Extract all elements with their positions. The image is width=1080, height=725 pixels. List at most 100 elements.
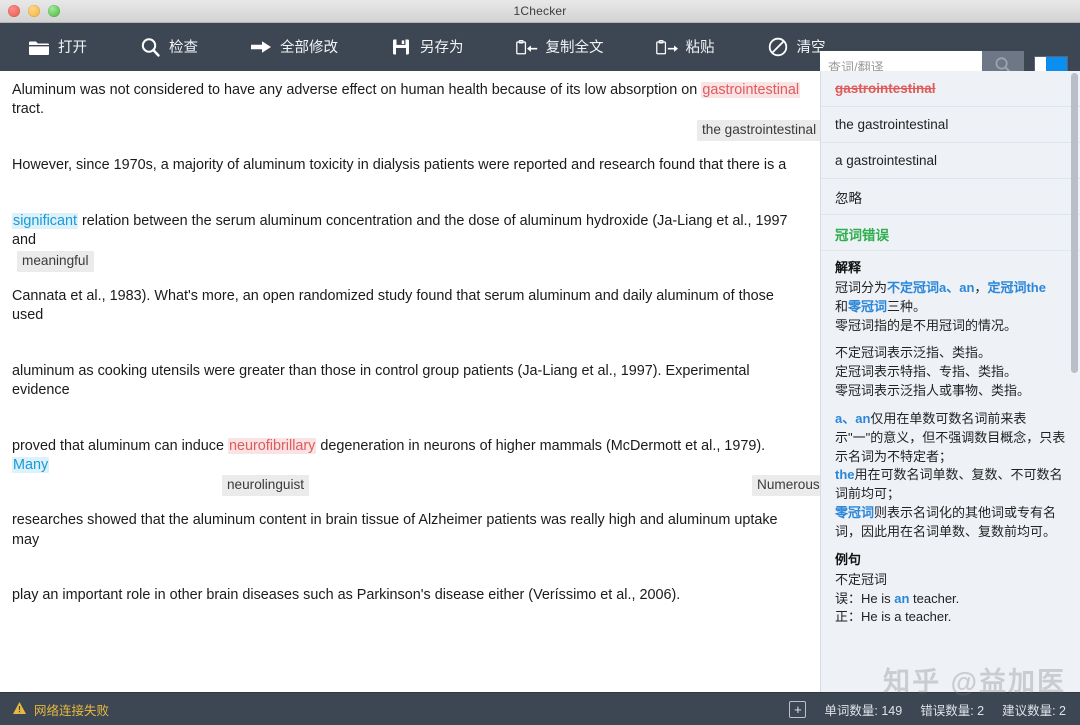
paragraph[interactable]: significant relation between the serum a… [12, 212, 804, 277]
paragraph-line: Cannata et al., 1983). What's more, an o… [12, 287, 778, 324]
expl-keyword: a、an [835, 410, 871, 426]
network-status-text: 网络连接失败 [34, 703, 110, 718]
paragraph[interactable]: Cannata et al., 1983). What's more, an o… [12, 287, 804, 352]
inline-suggestion[interactable]: the gastrointestinal [697, 119, 820, 141]
status-bar: 网络连接失败 + 单词数量: 149 错误数量: 2 建议数量: 2 [0, 692, 1080, 725]
fix-all-button-label: 全部修改 [280, 39, 338, 56]
inline-suggestion[interactable]: meaningful [17, 250, 94, 272]
error-token[interactable]: gastrointestinal [701, 82, 801, 98]
error-category: 冠词错误 [821, 215, 1080, 251]
explanation-block-1: 冠词分为不定冠词a、an，定冠词the 和零冠词三种。 零冠词指的是不用冠词的情况。 [835, 279, 1066, 336]
expl-text: ， [974, 279, 988, 295]
copy-all-button[interactable]: 复制全文 [510, 33, 610, 61]
expl-text: 冠词分为 [835, 279, 888, 295]
suggestion-line: meaningful [12, 250, 804, 277]
expl-text: 不定冠词表示泛指、类指。 [835, 345, 992, 361]
expl-keyword: 零冠词 [835, 505, 875, 521]
open-button-label: 打开 [58, 39, 87, 56]
panel-scrollbar[interactable] [1071, 73, 1078, 373]
text-segment: relation between the serum aluminum conc… [12, 212, 792, 249]
editor-pane[interactable]: Aluminum was not considered to have any … [0, 71, 821, 692]
close-button[interactable] [8, 5, 20, 17]
example-wrong-prefix: 误：He is [835, 590, 895, 606]
expl-keyword: 定冠词the [987, 279, 1046, 295]
toolbar: 打开 检查 全部修改 另存为 复制全文 粘贴 清空 查词/翻译 [0, 23, 1080, 83]
suggestion-panel: gastrointestinal the gastrointestinal a … [821, 71, 1080, 692]
paragraph[interactable]: play an important role in other brain di… [12, 586, 804, 606]
example-subheading: 不定冠词 [835, 571, 888, 587]
save-as-button[interactable]: 另存为 [384, 33, 470, 61]
magnifier-icon [139, 37, 161, 57]
expl-text: 定冠词表示特指、专指、类指。 [835, 364, 1018, 380]
title-bar: 1Checker [0, 0, 1080, 23]
paragraph[interactable]: proved that aluminum can induce neurofib… [12, 437, 820, 502]
error-token[interactable]: neurofibrillary [228, 437, 317, 454]
suggestion-line [12, 176, 804, 202]
paragraph[interactable]: Aluminum was not considered to have any … [12, 81, 820, 146]
text-segment: degeneration in neurons of higher mammal… [316, 437, 770, 454]
explanation-section: 解释 冠词分为不定冠词a、an，定冠词the 和零冠词三种。 零冠词指的是不用冠词的… [821, 251, 1080, 627]
expl-text: 三种。 [887, 298, 927, 314]
example-right: 正：He is a teacher. [835, 609, 952, 625]
expl-keyword: the [835, 467, 855, 483]
suggestion-line [12, 550, 804, 576]
example-wrong-suffix: teacher. [909, 590, 960, 606]
suggest-token[interactable]: significant [12, 212, 78, 229]
window-controls [0, 5, 60, 17]
inline-suggestion[interactable]: neurolinguist [222, 475, 310, 497]
inline-suggestion[interactable]: Numerous [752, 475, 820, 497]
plus-icon[interactable]: + [789, 700, 807, 718]
clipboard-copy-icon [515, 37, 538, 57]
expl-text: 用在可数名词单数、复数、不可数名词前均可； [835, 467, 1063, 502]
original-word: gastrointestinal [821, 71, 1080, 107]
expl-text: 和 [835, 298, 849, 314]
status-right: + 单词数量: 149 错误数量: 2 建议数量: 2 [789, 700, 1066, 719]
replacement-option-2[interactable]: a gastrointestinal [821, 143, 1080, 179]
ignore-option[interactable]: 忽略 [821, 179, 1080, 215]
text-segment: Aluminum was not considered to have any … [12, 82, 702, 98]
minimize-button[interactable] [28, 5, 40, 17]
paragraph[interactable]: aluminum as cooking utensils were greate… [12, 362, 804, 427]
paragraph[interactable]: However, since 1970s, a majority of alum… [12, 156, 804, 202]
explanation-block-3: a、an仅用在单数可数名词前来表示"一"的意义，但不强调数目概念，只表示名词为不… [835, 410, 1066, 542]
paragraph[interactable]: researches showed that the aluminum cont… [12, 511, 804, 576]
zoom-button[interactable] [48, 5, 60, 17]
panel-content: gastrointestinal the gastrointestinal a … [821, 71, 1080, 692]
error-count: 错误数量: 2 [920, 703, 985, 718]
paragraph-line: play an important role in other brain di… [12, 587, 681, 604]
suggestion-line [12, 326, 804, 352]
expl-text: 零冠词表示泛指人或事物、类指。 [835, 383, 1031, 399]
paragraph-line: Aluminum was not considered to have any … [12, 81, 804, 120]
paragraph-line: significant relation between the serum a… [12, 212, 804, 251]
example-block: 不定冠词误：He is an teacher. 正：He is a teacher… [835, 571, 1066, 628]
expl-text: 仅用在单数可数名词前来表示"一"的意义，但不强调数目概念，只表示名词为不特定者； [835, 410, 1066, 464]
example-wrong-keyword: an [894, 590, 910, 606]
status-left: 网络连接失败 [12, 700, 109, 719]
app-window: 1Checker 打开 检查 全部修改 另存为 复制全文 粘贴 清空 查词/翻译… [0, 0, 1080, 725]
expl-keyword: 零冠词 [848, 298, 888, 314]
copy-all-button-label: 复制全文 [545, 39, 604, 56]
word-count: 单词数量: 149 [824, 703, 903, 718]
paste-button-label: 粘贴 [685, 39, 715, 56]
suggest-token[interactable]: Many [12, 456, 50, 473]
open-button[interactable]: 打开 [22, 33, 93, 61]
save-as-button-label: 另存为 [420, 39, 464, 56]
paragraph-line: aluminum as cooking utensils were greate… [12, 362, 754, 399]
check-button-label: 检查 [169, 39, 198, 56]
expl-text: 零冠词指的是不用冠词的情况。 [835, 317, 1018, 333]
window-title: 1Checker [513, 4, 567, 18]
explanation-heading: 解释 [835, 260, 862, 275]
paste-button[interactable]: 粘贴 [650, 33, 721, 61]
check-button[interactable]: 检查 [133, 33, 204, 61]
paragraph-line: proved that aluminum can induce neurofib… [12, 437, 804, 476]
replacement-option-1[interactable]: the gastrointestinal [821, 107, 1080, 143]
warning-triangle-icon [12, 701, 27, 718]
no-entry-icon [767, 37, 789, 57]
fix-all-button[interactable]: 全部修改 [244, 33, 344, 61]
floppy-disk-icon [390, 37, 412, 57]
suggestion-line [12, 401, 804, 427]
folder-open-icon [28, 37, 50, 57]
main-body: Aluminum was not considered to have any … [0, 71, 1080, 692]
paragraph-line: researches showed that the aluminum cont… [12, 512, 782, 548]
clipboard-paste-icon [655, 37, 678, 57]
